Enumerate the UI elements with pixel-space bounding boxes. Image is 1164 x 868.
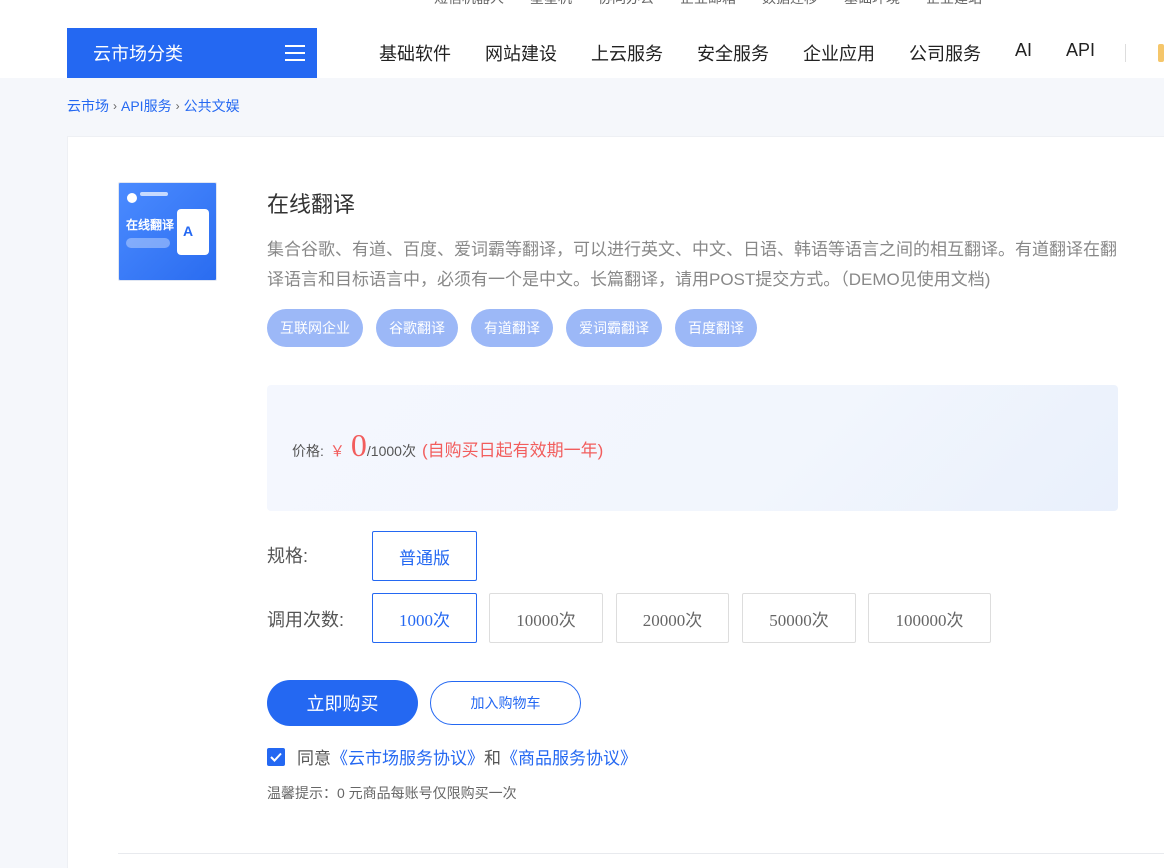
top-link[interactable]: 基础环境 (844, 0, 900, 8)
top-links: 短信机器人 星星机 协同办公 企业邮箱 数据迁移 基础环境 企业建站 (434, 0, 982, 8)
agreement-prefix: 同意 (297, 749, 331, 768)
tag[interactable]: 谷歌翻译 (376, 309, 458, 347)
breadcrumb-item[interactable]: API服务 (121, 96, 172, 116)
nav-item-enterprise[interactable]: 企业应用 (786, 40, 892, 66)
price-currency: ￥ (329, 443, 345, 460)
check-icon (270, 752, 282, 762)
nav-item-website[interactable]: 网站建设 (468, 40, 574, 66)
divider (118, 853, 1164, 854)
nav-item-cloud[interactable]: 上云服务 (574, 40, 680, 66)
spec-option-standard[interactable]: 普通版 (372, 531, 477, 581)
thumbnail-title: 在线翻译 (126, 218, 175, 232)
price-value: 0 (350, 427, 367, 463)
calls-option-100000[interactable]: 100000次 (868, 593, 991, 643)
breadcrumb: 云市场 › API服务 › 公共文娱 (67, 96, 240, 116)
price-label: 价格: (292, 443, 324, 459)
tag[interactable]: 百度翻译 (675, 309, 757, 347)
agreement: 同意 《云市场服务协议》 和 《商品服务协议》 (267, 744, 637, 769)
buy-now-button[interactable]: 立即购买 (267, 680, 418, 726)
agreement-checkbox[interactable] (267, 747, 285, 766)
nav-item-basic-software[interactable]: 基础软件 (362, 40, 468, 66)
menu-icon (285, 45, 305, 61)
purchase-hint: 温馨提示：0 元商品每账号仅限购买一次 (267, 785, 517, 801)
product-tags: 互联网企业 谷歌翻译 有道翻译 爱词霸翻译 百度翻译 (267, 309, 757, 347)
tag[interactable]: 有道翻译 (471, 309, 553, 347)
tag[interactable]: 爱词霸翻译 (566, 309, 662, 347)
product-agreement-link[interactable]: 《商品服务协议》 (501, 744, 637, 769)
price-line: 价格: ￥ 0 /1000次 (自购买日起有效期一年) (292, 427, 603, 464)
translate-icon: A (177, 209, 209, 255)
spec-label: 规格: (267, 546, 309, 566)
nav-divider (1125, 44, 1126, 62)
price-note: (自购买日起有效期一年) (421, 441, 604, 460)
product-title: 在线翻译 (267, 192, 356, 217)
thumbnail-logo-text (140, 192, 168, 196)
main-nav: 基础软件 网站建设 上云服务 安全服务 企业应用 公司服务 AI API (362, 40, 1112, 66)
top-link[interactable]: 短信机器人 (434, 0, 504, 8)
top-bar: 短信机器人 星星机 协同办公 企业邮箱 数据迁移 基础环境 企业建站 云市场分类… (0, 0, 1164, 78)
thumbnail-pill (126, 238, 170, 248)
top-link[interactable]: 数据迁移 (762, 0, 818, 8)
tag[interactable]: 互联网企业 (267, 309, 363, 347)
breadcrumb-item[interactable]: 云市场 (67, 96, 109, 116)
calls-option-10000[interactable]: 10000次 (489, 593, 603, 643)
top-link[interactable]: 企业建站 (926, 0, 982, 8)
service-agreement-link[interactable]: 《云市场服务协议》 (331, 744, 484, 769)
product-card: 在线翻译 A 在线翻译 集合谷歌、有道、百度、爱词霸等翻译，可以进行英文、中文、… (67, 136, 1164, 868)
add-to-cart-button[interactable]: 加入购物车 (430, 681, 581, 725)
calls-option-50000[interactable]: 50000次 (742, 593, 856, 643)
calls-option-1000[interactable]: 1000次 (372, 593, 477, 643)
top-link[interactable]: 星星机 (530, 0, 572, 8)
thumbnail-logo-icon (127, 193, 137, 203)
chevron-right-icon: › (175, 99, 180, 113)
nav-item-security[interactable]: 安全服务 (680, 40, 786, 66)
nav-item-ai[interactable]: AI (998, 40, 1049, 66)
top-link[interactable]: 企业邮箱 (680, 0, 736, 8)
price-unit: /1000次 (366, 443, 416, 459)
category-button[interactable]: 云市场分类 (67, 28, 317, 78)
nav-item-company[interactable]: 公司服务 (892, 40, 998, 66)
agreement-middle: 和 (484, 749, 501, 768)
product-description: 集合谷歌、有道、百度、爱词霸等翻译，可以进行英文、中文、日语、韩语等语言之间的相… (267, 240, 1117, 289)
top-link[interactable]: 协同办公 (598, 0, 654, 8)
price-box: 价格: ￥ 0 /1000次 (自购买日起有效期一年) (267, 385, 1118, 511)
calls-option-20000[interactable]: 20000次 (616, 593, 729, 643)
category-button-label: 云市场分类 (93, 44, 183, 64)
breadcrumb-item[interactable]: 公共文娱 (184, 96, 240, 116)
nav-item-api[interactable]: API (1049, 40, 1112, 66)
calls-label: 调用次数: (267, 610, 345, 630)
product-thumbnail: 在线翻译 A (118, 182, 217, 281)
chevron-right-icon: › (113, 99, 117, 113)
nav-accent-icon (1158, 44, 1164, 62)
